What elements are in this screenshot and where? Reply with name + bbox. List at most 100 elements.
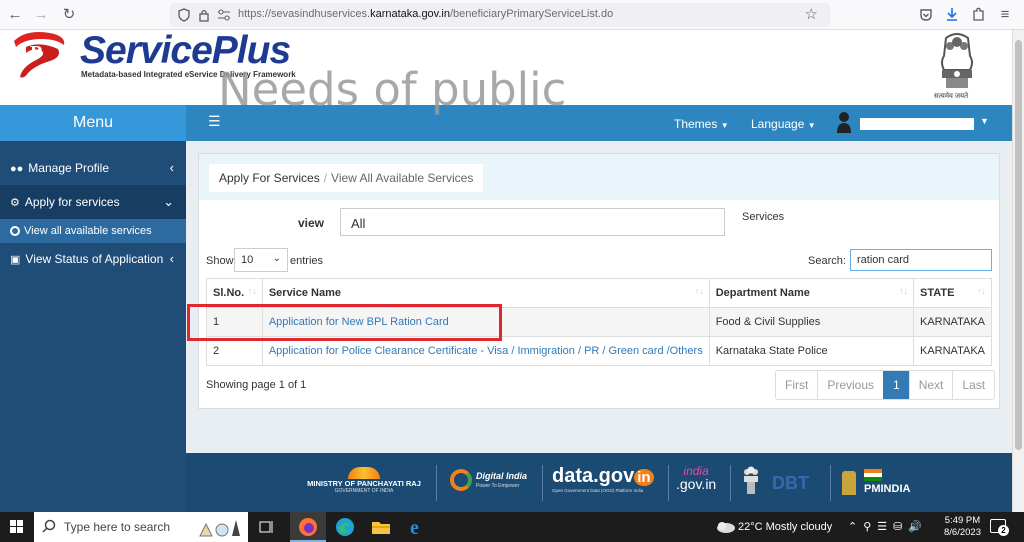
shield-icon[interactable] [177, 8, 191, 22]
user-avatar-icon[interactable] [836, 111, 852, 133]
edge-icon[interactable] [334, 516, 356, 538]
page-previous-button[interactable]: Previous [817, 371, 884, 399]
lock-icon[interactable] [198, 8, 210, 22]
svg-text:P: P [30, 42, 42, 64]
back-icon[interactable]: ← [6, 6, 24, 24]
sidebar-item-label: Manage Profile [28, 161, 110, 175]
search-icon [42, 519, 56, 533]
sort-icon: ↑↓ [977, 286, 986, 296]
digital-india-sub: Power To Empower [476, 483, 520, 489]
pocket-icon[interactable] [919, 8, 933, 22]
windows-start-icon[interactable] [10, 520, 24, 534]
data-gov-logo[interactable]: data.gov in Open Government Data (OGD) Pl… [552, 465, 654, 493]
service-link[interactable]: Application for Police Clearance Certifi… [269, 345, 703, 357]
search-input[interactable]: ration card [850, 249, 992, 271]
national-emblem: सत्यमेव जयते [932, 30, 982, 104]
weather-text[interactable]: 22°C Mostly cloudy [738, 521, 832, 533]
firefox-icon[interactable] [297, 516, 319, 538]
lion-emblem-icon [941, 33, 973, 88]
cloudy-weather-icon[interactable] [714, 519, 736, 533]
themes-dropdown[interactable]: Themes ▼ [674, 117, 729, 131]
view-label: view [298, 216, 325, 230]
divider [436, 465, 437, 501]
browser-toolbar: ← → ↻ https://sevasindhuservices.karnata… [0, 0, 1024, 30]
pm-emblem-icon [842, 471, 856, 495]
breadcrumb-area: Apply For Services / View All Available Se… [199, 154, 999, 200]
col-department-name[interactable]: Department Name ↑↓ [708, 278, 915, 308]
breadcrumb-separator: / [323, 171, 328, 185]
chevron-down-icon: ⌄ [163, 194, 174, 209]
india-flag-icon [864, 469, 882, 481]
user-caret-icon[interactable]: ▼ [980, 116, 989, 126]
panchayati-text: MINISTRY OF PANCHAYATI RAJ [307, 479, 421, 488]
divider [830, 465, 831, 501]
page-next-button[interactable]: Next [908, 371, 953, 399]
sidebar-item-manage-profile[interactable]: ●● Manage Profile ‹ [0, 151, 186, 185]
dbt-logo[interactable]: DBT [772, 473, 809, 494]
page-1-button[interactable]: 1 [883, 371, 909, 399]
data-gov-in-badge: in [634, 469, 654, 486]
digital-india-text: Digital India [476, 471, 528, 481]
bookmark-star-icon[interactable]: ☆ [805, 5, 818, 23]
data-gov-text: data.gov [552, 465, 635, 487]
taskbar-search-placeholder: Type here to search [64, 520, 171, 534]
user-name-redacted[interactable] [860, 118, 974, 130]
divider [730, 465, 731, 501]
page-first-button[interactable]: First [776, 371, 818, 399]
notification-count-badge: 2 [998, 525, 1009, 536]
clock-time: 5:49 PM [944, 515, 981, 526]
chevron-down-icon: ⌄ [272, 253, 281, 264]
india-gov-logo[interactable]: india .gov.in [676, 465, 716, 492]
entries-select[interactable]: 10 ⌄ [234, 248, 288, 272]
sidebar-item-view-status[interactable]: ▣ View Status of Application ‹ [0, 242, 186, 276]
divider [542, 465, 543, 501]
address-bar[interactable]: https://sevasindhuservices.karnataka.gov… [170, 3, 830, 27]
panchayati-sub: GOVERNMENT OF INDIA [334, 488, 394, 494]
view-select[interactable]: All [340, 208, 725, 236]
forward-icon[interactable]: → [32, 6, 50, 24]
sidebar-subitem-label: View all available services [24, 225, 152, 237]
serviceplus-logo-icon: P [14, 32, 65, 78]
system-tray-icons[interactable]: ⌃⚲☰⛁🔊 [848, 520, 928, 533]
emblem-motto: सत्यमेव जयते [934, 93, 969, 100]
breadcrumb-current: View All Available Services [331, 171, 474, 185]
page-scrollbar[interactable] [1012, 30, 1024, 512]
col-state[interactable]: STATE ↑↓ [913, 278, 992, 308]
sidebar: Menu ●● Manage Profile ‹ ⚙ Apply for servi… [0, 105, 186, 512]
pagination-info: Showing page 1 of 1 [206, 379, 307, 391]
services-label: Services [742, 211, 785, 223]
svg-text:e: e [410, 517, 419, 538]
permissions-icon[interactable] [217, 9, 231, 21]
panchayati-raj-logo[interactable]: MINISTRY OF PANCHAYATI RAJ GOVERNMENT OF… [304, 467, 424, 494]
data-gov-sub: Open Government Data (OGD) Platform Indi… [552, 488, 644, 493]
page-last-button[interactable]: Last [952, 371, 995, 399]
language-dropdown[interactable]: Language ▼ [751, 117, 816, 131]
internet-explorer-icon[interactable]: e [406, 516, 428, 538]
chevron-left-icon: ‹ [169, 160, 174, 175]
sort-icon: ↑↓ [247, 286, 257, 296]
extensions-icon[interactable] [971, 7, 985, 22]
entries-label: entries [290, 255, 324, 267]
file-explorer-icon[interactable] [370, 516, 392, 538]
breadcrumb: Apply For Services / View All Available Se… [209, 164, 484, 192]
cell-dept: Karnataka State Police [708, 336, 915, 366]
sidebar-menu-title: Menu [0, 105, 186, 141]
taskbar-clock[interactable]: 5:49 PM 8/6/2023 [944, 515, 981, 539]
divider [668, 465, 669, 501]
app-menu-icon[interactable]: ≡ [996, 6, 1014, 24]
sidebar-subitem-view-all-services[interactable]: View all available services [0, 219, 186, 243]
reload-icon[interactable]: ↻ [60, 6, 78, 24]
highlight-box [187, 304, 502, 341]
watermark-text: Needs of public [218, 63, 567, 116]
taskbar-search-input[interactable]: Type here to search [34, 512, 248, 542]
scrollbar-thumb[interactable] [1015, 40, 1022, 450]
emblem-icon[interactable] [739, 464, 763, 498]
search-highlight-illustration-icon [199, 520, 240, 537]
cell-state: KARNATAKA [913, 336, 992, 366]
task-view-icon[interactable] [256, 516, 278, 538]
sidebar-item-apply-for-services[interactable]: ⚙ Apply for services ⌄ [0, 185, 186, 219]
breadcrumb-root[interactable]: Apply For Services [219, 171, 320, 185]
desktop-icon: ▣ [10, 254, 21, 266]
panchayati-emblem-icon [348, 467, 380, 479]
downloads-icon[interactable] [945, 7, 959, 22]
